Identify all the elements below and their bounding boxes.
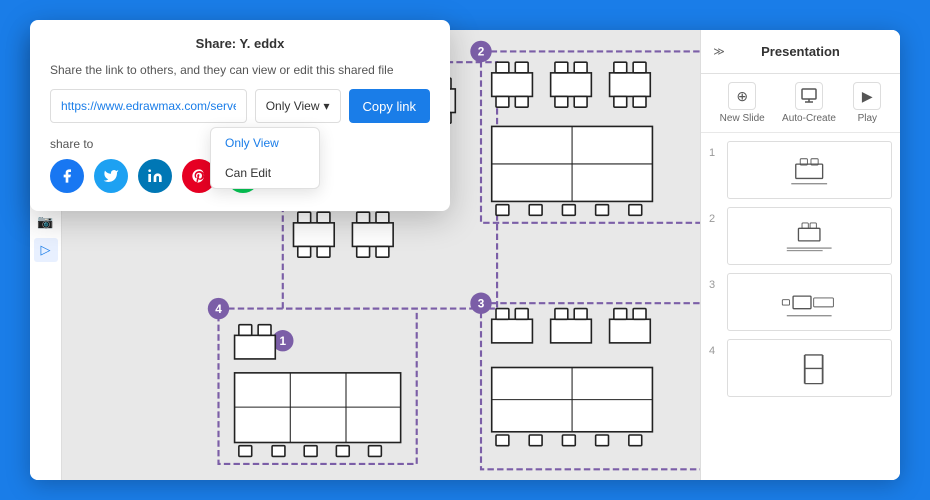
left-photo-icon[interactable]: 📷: [34, 210, 58, 234]
right-panel-title: Presentation: [761, 44, 840, 59]
play-label: Play: [858, 113, 877, 124]
share-twitter-button[interactable]: [94, 159, 128, 193]
new-slide-button[interactable]: ⊕ New Slide: [720, 82, 765, 124]
slide-2-thumb: [727, 207, 892, 265]
slide-1-thumb: [727, 141, 892, 199]
permission-dropdown: Only View Can Edit: [210, 127, 320, 189]
right-panel-header: ≫ Presentation: [701, 30, 900, 74]
new-slide-label: New Slide: [720, 113, 765, 124]
slide-2-svg: [744, 214, 874, 259]
share-copy-button[interactable]: Copy link: [349, 89, 430, 123]
left-present-icon[interactable]: ▷: [34, 238, 58, 262]
share-permission-button[interactable]: Only View ▾: [255, 89, 341, 123]
dropdown-only-view[interactable]: Only View: [211, 128, 319, 158]
panel-collapse-button[interactable]: ≫: [709, 42, 729, 62]
slide-item-4[interactable]: 4: [709, 339, 892, 397]
play-icon: ▶: [853, 82, 881, 110]
auto-create-label: Auto-Create: [782, 113, 836, 124]
svg-text:3: 3: [478, 298, 485, 311]
auto-create-button[interactable]: Auto-Create: [782, 82, 836, 124]
slide-3-svg: [744, 280, 874, 325]
slide-4-number: 4: [709, 339, 721, 357]
share-url-input[interactable]: [50, 89, 247, 123]
svg-text:2: 2: [478, 46, 485, 59]
slide-3-number: 3: [709, 273, 721, 291]
slides-list: 1 2: [701, 133, 900, 480]
slide-item-1[interactable]: 1: [709, 141, 892, 199]
svg-text:1: 1: [280, 335, 287, 348]
svg-text:4: 4: [215, 303, 222, 316]
permission-label: Only View: [266, 99, 320, 113]
new-slide-icon: ⊕: [728, 82, 756, 110]
share-modal: Share: Y. eddx Share the link to others,…: [30, 20, 450, 211]
dropdown-can-edit[interactable]: Can Edit: [211, 158, 319, 188]
permission-arrow: ▾: [324, 99, 330, 113]
play-button[interactable]: ▶ Play: [853, 82, 881, 124]
presentation-actions: ⊕ New Slide Auto-Create ▶ Play: [701, 74, 900, 133]
slide-item-3[interactable]: 3: [709, 273, 892, 331]
slide-3-thumb: [727, 273, 892, 331]
share-linkedin-button[interactable]: [138, 159, 172, 193]
slide-1-svg: [744, 148, 874, 193]
slide-2-number: 2: [709, 207, 721, 225]
share-facebook-button[interactable]: [50, 159, 84, 193]
right-panel: ≫ Presentation ⊕ New Slide Auto-Create ▶…: [700, 30, 900, 480]
share-modal-title: Share: Y. eddx: [50, 36, 430, 51]
slide-4-thumb: [727, 339, 892, 397]
share-link-row: Only View ▾ Copy link Only View Can Edit: [50, 89, 430, 123]
slide-4-svg: [744, 346, 874, 391]
share-description: Share the link to others, and they can v…: [50, 63, 430, 77]
slide-item-2[interactable]: 2: [709, 207, 892, 265]
slide-1-number: 1: [709, 141, 721, 159]
auto-create-icon: [795, 82, 823, 110]
